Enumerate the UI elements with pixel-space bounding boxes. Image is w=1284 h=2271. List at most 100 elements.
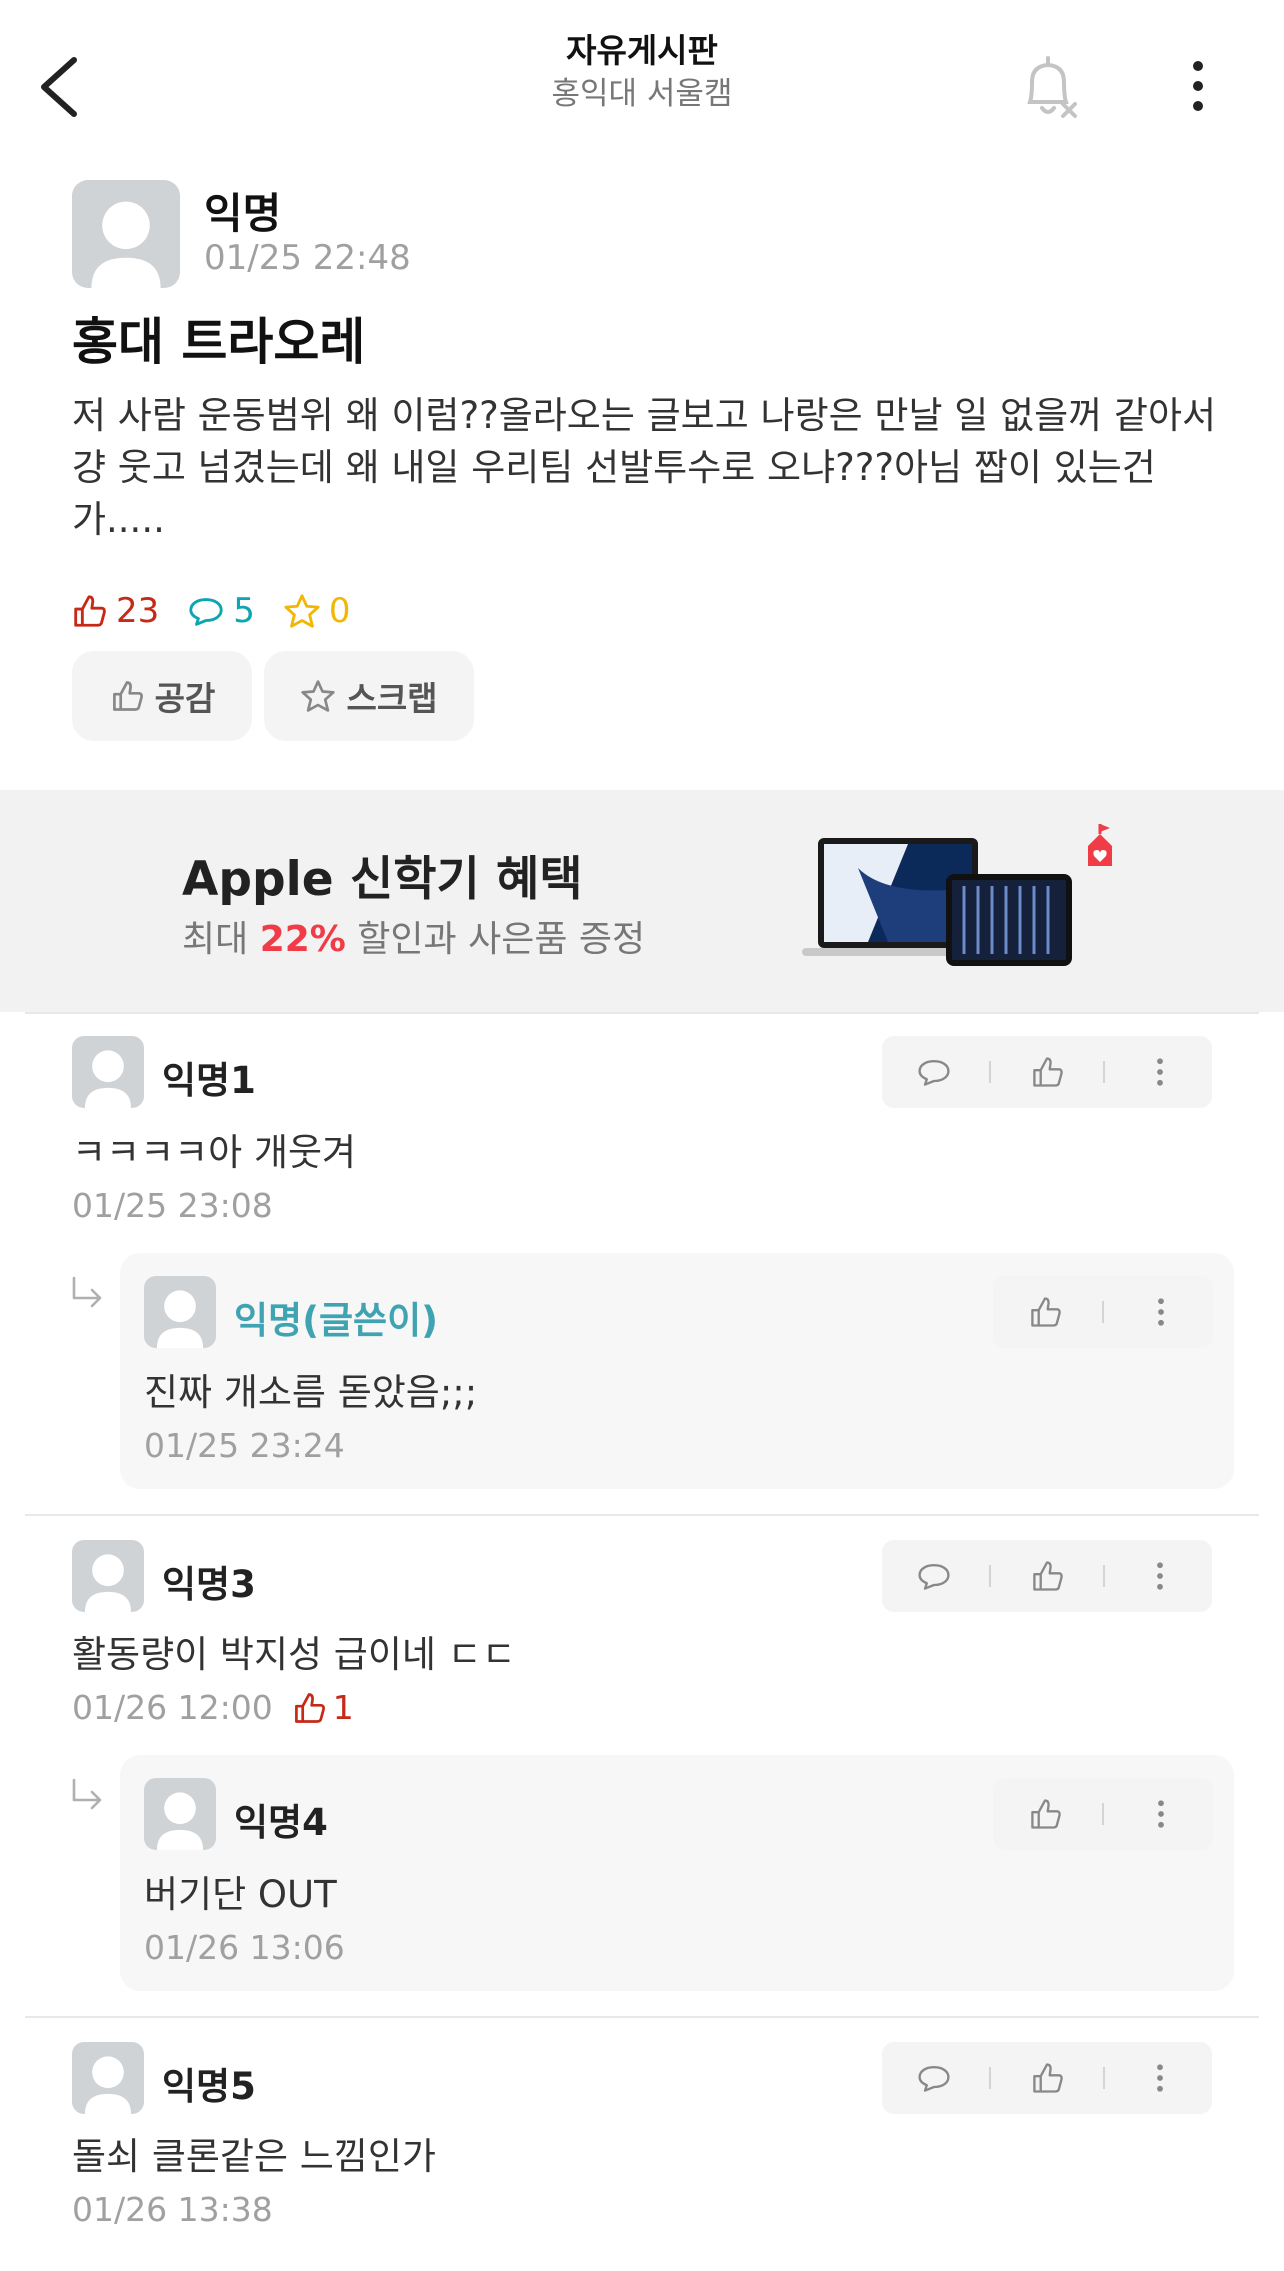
comment-avatar [72, 1540, 144, 1612]
reply-like-button[interactable] [1025, 1292, 1065, 1332]
comment-icon [918, 2066, 950, 2092]
reply-like-button[interactable] [1025, 1794, 1065, 1834]
thumbs-up-icon [1031, 1799, 1062, 1829]
comment-more-button[interactable] [1140, 1052, 1180, 1092]
board-subtitle: 홍익대 서울캠 [551, 76, 733, 112]
reply-avatar [144, 1276, 216, 1348]
reply-text: 버기단 OUT [144, 1873, 337, 1916]
ad-divider [25, 1012, 1259, 1014]
default-avatar-icon [84, 2056, 132, 2114]
more-vertical-icon [1157, 1800, 1164, 1828]
comment-time-value: 01/26 13:38 [72, 2190, 273, 2229]
scrap-count: 0 [283, 591, 351, 631]
reply-toolbar [993, 1276, 1213, 1348]
default-avatar-icon [84, 1554, 132, 1612]
more-options-button[interactable] [1180, 58, 1216, 114]
thumbs-up-icon [74, 595, 106, 627]
comment-text: 돌쇠 클론같은 느낌인가 [72, 2135, 436, 2178]
thumbs-up-icon [1031, 1297, 1062, 1327]
comment-avatar [72, 1036, 144, 1108]
comment-like-button[interactable] [1027, 1052, 1067, 1092]
comment-like-button[interactable] [1027, 2058, 1067, 2098]
macbook-ipad-image [802, 824, 1112, 966]
post-body: 저 사람 운동범위 왜 이럼??올라오는 글보고 나랑은 만날 일 없을꺼 같아… [72, 394, 1217, 541]
thumbs-up-icon [1033, 1561, 1063, 1591]
notification-toggle[interactable] [1018, 52, 1080, 124]
toolbar-separator [1102, 1061, 1105, 1083]
default-avatar-icon [156, 1290, 204, 1348]
like-count-value: 23 [116, 591, 160, 631]
bell-off-icon [1027, 56, 1077, 118]
reply-more-button[interactable] [1141, 1794, 1181, 1834]
more-vertical-icon [1193, 61, 1203, 111]
reply-time: 01/25 23:24 [144, 1426, 345, 1465]
toolbar-separator [1102, 1565, 1105, 1587]
comment-time-value: 01/25 23:08 [72, 1186, 273, 1225]
more-vertical-icon [1157, 2064, 1164, 2092]
reply-toolbar [993, 1778, 1213, 1850]
scrap-button-label: 스크랩 [346, 679, 438, 718]
more-vertical-icon [1157, 1058, 1164, 1086]
comment-time-value: 01/26 12:00 [72, 1688, 273, 1727]
reply-arrow-icon [72, 1276, 102, 1308]
reply-button[interactable] [914, 2058, 954, 2098]
comment-time: 01/26 12:00 1 [72, 1688, 354, 1727]
toolbar-separator [989, 2067, 992, 2089]
comment-like-count: 1 [291, 1688, 354, 1727]
toolbar-separator [1102, 2067, 1105, 2089]
reply-time: 01/26 13:06 [144, 1928, 345, 1967]
post-time: 01/25 22:48 [204, 238, 411, 278]
comment-avatar [72, 2042, 144, 2114]
comment-count: 5 [187, 591, 255, 631]
comment-like-button[interactable] [1027, 1556, 1067, 1596]
comment-divider [25, 2016, 1259, 2018]
comment-text: 활동량이 박지성 급이네 ㄷㄷ [72, 1633, 516, 1676]
thumbs-up-icon [112, 681, 143, 711]
more-vertical-icon [1157, 1298, 1164, 1326]
more-vertical-icon [1157, 1562, 1164, 1590]
comment-more-button[interactable] [1140, 1556, 1180, 1596]
toolbar-separator [989, 1565, 992, 1587]
reply-author: 익명4 [234, 1801, 328, 1844]
ad-banner[interactable]: Apple 신학기 혜택 최대 22% 할인과 사은품 증정 [0, 790, 1284, 1012]
comment-author: 익명1 [162, 1059, 256, 1102]
comment-icon [918, 1564, 950, 1590]
comment-icon [918, 1060, 950, 1086]
like-count: 23 [70, 591, 159, 631]
ad-discount: 22% [259, 919, 346, 960]
comment-toolbar [882, 1036, 1212, 1108]
scrap-count-value: 0 [328, 591, 351, 631]
scrap-button[interactable]: 스크랩 [264, 651, 474, 741]
comment-more-button[interactable] [1140, 2058, 1180, 2098]
post-stats: 23 5 0 [70, 588, 379, 634]
default-avatar-icon [91, 201, 161, 288]
comment-icon [189, 598, 223, 626]
like-button[interactable]: 공감 [72, 651, 252, 741]
comment-text: ㅋㅋㅋㅋ아 개웃겨 [72, 1131, 357, 1174]
ad-title: Apple 신학기 혜택 [182, 852, 583, 907]
comment-divider [25, 1514, 1259, 1516]
reply-button[interactable] [914, 1052, 954, 1092]
comment-count-value: 5 [233, 591, 255, 631]
star-icon [301, 680, 336, 712]
star-icon [284, 594, 320, 628]
board-title: 자유게시판 [566, 31, 718, 70]
reply-button[interactable] [914, 1556, 954, 1596]
default-avatar-icon [156, 1792, 204, 1850]
default-avatar-icon [84, 1050, 132, 1108]
post-title: 홍대 트라오레 [72, 313, 366, 371]
comment-time: 01/26 13:38 [72, 2190, 273, 2229]
thumbs-up-icon [1033, 1057, 1063, 1087]
thumbs-up-icon [1033, 2063, 1063, 2093]
reply-more-button[interactable] [1141, 1292, 1181, 1332]
comment-toolbar [882, 2042, 1212, 2114]
reply-arrow-icon [72, 1778, 102, 1810]
reply-avatar [144, 1778, 216, 1850]
top-bar: 자유게시판 홍익대 서울캠 [0, 0, 1284, 160]
reply-time-value: 01/25 23:24 [144, 1426, 345, 1465]
reply-text: 진짜 개소름 돋았음;;; [144, 1371, 478, 1414]
post-author-avatar [72, 180, 180, 288]
toolbar-separator [1101, 1301, 1104, 1323]
comment-author: 익명3 [162, 1563, 256, 1606]
comment-author: 익명5 [162, 2065, 256, 2108]
